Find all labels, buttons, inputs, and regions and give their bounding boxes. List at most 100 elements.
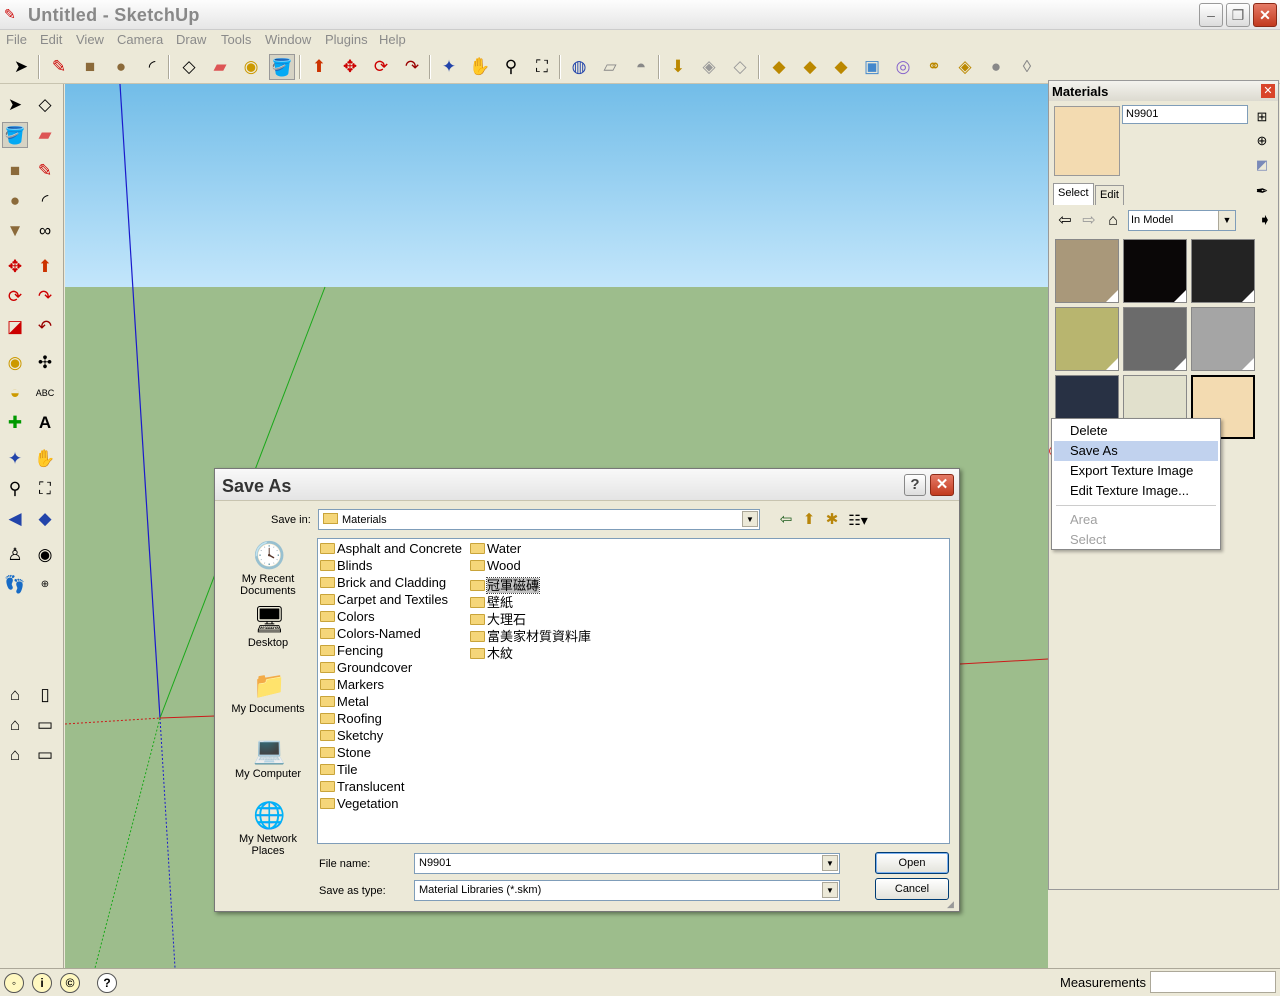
protractor-tool-icon[interactable]: ◒ [2,380,28,406]
plugin-check-icon[interactable]: ◎ [890,54,916,80]
orbit-tool-icon[interactable]: ✦ [2,446,28,472]
3d-text-icon[interactable]: A [32,410,58,436]
menu-view[interactable]: View [76,32,104,47]
paint-bucket-icon[interactable]: 🪣 [2,122,28,148]
minimize-button[interactable]: ‒ [1199,3,1223,27]
menu-tools[interactable]: Tools [221,32,251,47]
save-in-select[interactable]: Materials ▼ [318,509,760,530]
orbit-tool-icon[interactable]: ✦ [436,54,462,80]
component-tool-icon[interactable]: ◇ [32,92,58,118]
eraser-tool-icon[interactable]: ▰ [207,54,233,80]
create-material-icon[interactable]: ⊞ [1254,109,1270,125]
place-my-documents[interactable]: 📁 My Documents [221,669,315,715]
material-swatch[interactable] [1191,239,1255,303]
get-models-icon[interactable]: ◍ [566,54,592,80]
offset-tool-icon[interactable]: ↶ [32,314,58,340]
cancel-button[interactable]: Cancel [875,878,949,900]
tape-measure-icon[interactable]: ◉ [2,350,28,376]
rotate-tool-icon[interactable]: ⟳ [2,284,28,310]
view-menu-icon[interactable]: ☷▾ [845,507,871,533]
rectangle-tool-icon[interactable]: ■ [77,54,103,80]
folder-item[interactable]: Markers [320,677,384,694]
plugin-tag-f-icon[interactable]: ◆ [828,54,854,80]
restore-button[interactable]: ❐ [1226,3,1250,27]
chevron-down-icon[interactable]: ▼ [822,882,838,898]
rectangle-tool-icon[interactable]: ■ [2,158,28,184]
tab-select[interactable]: Select [1053,183,1094,205]
pan-tool-icon[interactable]: ✋ [32,446,58,472]
close-window-button[interactable]: ✕ [1253,3,1277,27]
material-swatch[interactable] [1191,307,1255,371]
position-camera-icon[interactable]: ♙ [2,542,28,568]
plugin-tag-o-icon[interactable]: ◆ [797,54,823,80]
folder-item[interactable]: 富美家材質資料庫 [470,626,591,644]
new-folder-icon[interactable]: ✱ [819,507,845,533]
folder-item[interactable]: Metal [320,694,369,711]
menu-item-save-as[interactable]: Save As [1054,441,1218,461]
menu-file[interactable]: File [6,32,27,47]
polygon-tool-icon[interactable]: ▼ [2,218,28,244]
plugin-cube-icon[interactable]: ▣ [859,54,885,80]
place-recent-documents[interactable]: 🕓 My Recent Documents [221,539,315,597]
axes-tool-icon[interactable]: ✚ [2,410,28,436]
look-around-icon[interactable]: ◉ [32,542,58,568]
folder-item[interactable]: Vegetation [320,796,398,813]
menu-item-edit-texture[interactable]: Edit Texture Image... [1054,481,1218,501]
plugin-sphere-icon[interactable]: ● [983,54,1009,80]
folder-item[interactable]: 冠軍磁磚 [470,575,541,594]
folder-item[interactable]: Water [470,541,521,558]
home-icon[interactable]: ⌂ [1103,211,1123,231]
zoom-tool-icon[interactable]: ⚲ [498,54,524,80]
folder-item[interactable]: 壁紙 [470,592,513,610]
menu-edit[interactable]: Edit [40,32,62,47]
credits-icon[interactable]: i [32,973,52,993]
material-name-field[interactable]: N9901 [1122,105,1248,124]
menu-draw[interactable]: Draw [176,32,206,47]
sample-paint-icon[interactable]: ◩ [1254,157,1270,173]
tape-measure-icon[interactable]: ◉ [238,54,264,80]
circle-tool-icon[interactable]: ● [2,188,28,214]
menu-item-delete[interactable]: Delete [1054,421,1218,441]
copyright-icon[interactable]: © [60,973,80,993]
folder-item[interactable]: Brick and Cladding [320,575,446,592]
plugin-diamond-icon[interactable]: ◈ [952,54,978,80]
menu-window[interactable]: Window [265,32,311,47]
material-swatch[interactable] [1123,307,1187,371]
left-view-icon[interactable]: ▭ [32,742,58,768]
place-desktop[interactable]: 🖥 Desktop [221,603,315,649]
folder-item[interactable]: Translucent [320,779,404,796]
paint-bucket-icon[interactable]: 🪣 [269,54,295,80]
resize-grip-icon[interactable]: ◢ [947,899,957,909]
walk-tool-icon[interactable]: 👣 [2,572,28,598]
text-tool-icon[interactable]: ABC [32,380,58,406]
chevron-down-icon[interactable]: ▼ [822,855,838,871]
plugin-tag-m-icon[interactable]: ◆ [766,54,792,80]
material-swatch[interactable] [1055,307,1119,371]
chevron-down-icon[interactable]: ▼ [1218,211,1235,230]
forward-arrow-icon[interactable]: ⇨ [1079,211,1099,231]
section-plane-icon[interactable]: ⊕ [32,572,58,598]
push-pull-icon[interactable]: ⬆ [306,54,332,80]
measurements-input[interactable] [1150,971,1276,993]
folder-item[interactable]: Blinds [320,558,372,575]
right-view-icon[interactable]: ▯ [32,682,58,708]
save-as-type-select[interactable]: Material Libraries (*.skm) ▼ [414,880,840,901]
folder-item[interactable]: Carpet and Textiles [320,592,448,609]
menu-plugins[interactable]: Plugins [325,32,368,47]
zoom-window-icon[interactable]: ⛶ [32,476,58,502]
tab-edit[interactable]: Edit [1095,185,1124,205]
get-current-view-icon[interactable]: ⬇ [665,54,691,80]
eyedropper-icon[interactable]: ✒ [1254,184,1270,200]
zoom-extents-icon[interactable]: ⛶ [529,54,555,80]
folder-item[interactable]: Roofing [320,711,382,728]
help-icon[interactable]: ? [97,973,117,993]
zoom-extents-icon[interactable]: ◆ [32,506,58,532]
default-material-icon[interactable]: ⊕ [1254,133,1270,149]
rotate-tool-icon[interactable]: ⟳ [368,54,394,80]
place-model-icon[interactable]: ◇ [727,54,753,80]
move-tool-icon[interactable]: ✥ [2,254,28,280]
material-swatch[interactable] [1123,239,1187,303]
push-pull-icon[interactable]: ⬆ [32,254,58,280]
file-name-input[interactable]: N9901 ▼ [414,853,840,874]
place-network-places[interactable]: 🌐 My Network Places [221,799,315,857]
